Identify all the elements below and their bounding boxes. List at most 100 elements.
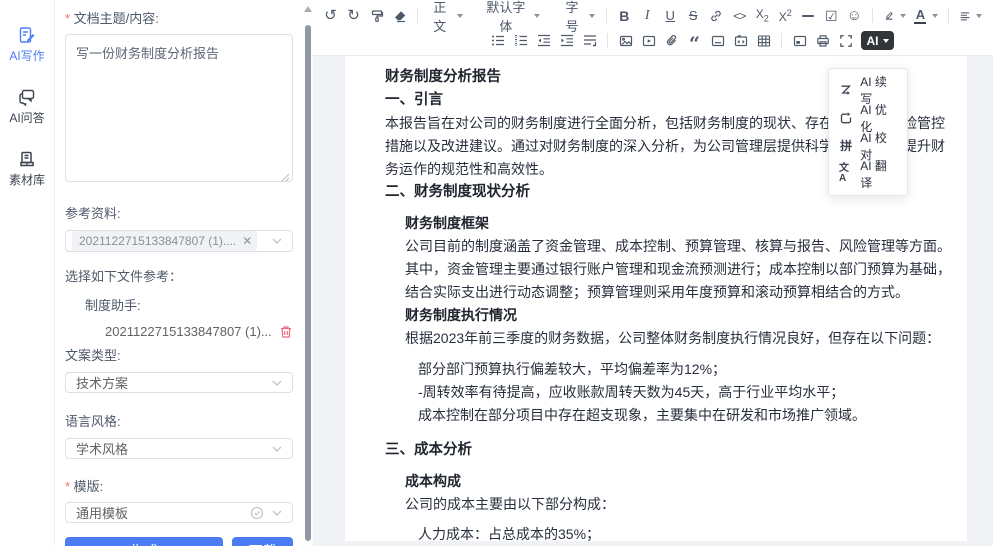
circle-check-icon[interactable] xyxy=(250,506,264,520)
sidebar-item-label: AI写作 xyxy=(9,47,44,64)
menu-item-ai-proofread[interactable]: 拼 AI 校对 xyxy=(829,132,907,160)
align-button[interactable] xyxy=(956,5,986,27)
outdent-button[interactable] xyxy=(533,30,554,52)
sidebar-item-ai-qa[interactable]: AI问答 xyxy=(9,88,44,126)
undo-button[interactable]: ↺ xyxy=(320,5,341,27)
horizontal-rule-button[interactable] xyxy=(798,5,819,27)
doc-problem-list: 部分部门预算执行偏差较大，平均偏差率为12%； -周转效率有待提高，应收账款周转… xyxy=(418,358,951,427)
superscript-button[interactable]: X2 xyxy=(775,5,796,27)
strikethrough-button[interactable]: S xyxy=(683,5,704,27)
editor-area: ↺ ↻ 正文 默认字体 xyxy=(313,0,993,546)
format-painter-button[interactable] xyxy=(366,5,387,27)
chevron-down-icon xyxy=(272,380,282,386)
ai-menu-button[interactable]: AI xyxy=(861,31,894,50)
task-list-button[interactable]: ☑ xyxy=(821,5,842,27)
language-style-label: 语言风格: xyxy=(65,411,293,430)
insert-table-button[interactable] xyxy=(753,30,774,52)
sidebar-item-material-library[interactable]: 素材库 xyxy=(9,150,45,188)
subscript-icon: X2 xyxy=(756,7,769,23)
ai-dropdown-menu: AI 续写 AI 优化 拼 AI 校对 文A xyxy=(828,68,908,196)
format-painter-icon xyxy=(370,9,384,23)
chevron-down-icon xyxy=(272,238,282,244)
writing-settings-panel: 文档主题/内容: 写一份财务制度分析报告 参考资料: 2021122715133… xyxy=(55,0,303,546)
undo-icon: ↺ xyxy=(324,8,337,23)
optimize-icon xyxy=(839,112,853,124)
attachment-button[interactable] xyxy=(661,30,682,52)
fullscreen-icon xyxy=(839,34,853,48)
emoji-icon: ☺ xyxy=(847,8,862,23)
reference-label: 参考资料: xyxy=(65,203,293,222)
language-style-value: 学术风格 xyxy=(76,439,128,458)
font-size-select[interactable]: 字号 xyxy=(557,5,599,27)
menu-item-ai-translate[interactable]: 文A AI 翻译 xyxy=(829,160,907,188)
trash-icon xyxy=(279,325,293,339)
menu-item-label: AI 翻译 xyxy=(860,157,897,191)
font-family-select[interactable]: 默认字体 xyxy=(480,5,545,27)
topic-input[interactable]: 写一份财务制度分析报告 xyxy=(65,34,293,182)
line-spacing-button[interactable] xyxy=(579,30,600,52)
highlight-pen-icon xyxy=(884,9,894,22)
language-style-select[interactable]: 学术风格 xyxy=(65,438,293,459)
toolbar-divider xyxy=(781,33,782,48)
divider-block-button[interactable] xyxy=(707,30,728,52)
highlight-color-button[interactable] xyxy=(880,5,910,27)
tag-remove-icon[interactable]: ✕ xyxy=(242,234,252,248)
scrollbar-thumb[interactable] xyxy=(305,25,311,541)
chat-bubbles-icon xyxy=(18,88,36,106)
caret-down-icon xyxy=(976,14,982,18)
menu-item-ai-optimize[interactable]: AI 优化 xyxy=(829,104,907,132)
fullscreen-button[interactable] xyxy=(835,30,856,52)
italic-button[interactable]: I xyxy=(637,5,658,27)
subscript-button[interactable]: X2 xyxy=(752,5,773,27)
inline-code-button[interactable]: <> xyxy=(729,5,750,27)
menu-item-ai-continue[interactable]: AI 续写 xyxy=(829,76,907,104)
ai-button-label: AI xyxy=(867,34,879,48)
reference-select[interactable]: 2021122715133847807 (1).... ✕ xyxy=(65,230,293,252)
clear-format-button[interactable] xyxy=(389,5,410,27)
insert-video-button[interactable] xyxy=(638,30,659,52)
paragraph-style-select[interactable]: 正文 xyxy=(425,5,467,27)
sidebar-item-ai-writing[interactable]: AI写作 xyxy=(9,26,44,64)
code-block-button[interactable] xyxy=(730,30,751,52)
checkbox-icon: ☑ xyxy=(825,9,838,23)
continue-writing-icon xyxy=(839,84,853,96)
insert-image-button[interactable] xyxy=(615,30,636,52)
caret-down-icon xyxy=(932,14,938,18)
indent-button[interactable] xyxy=(556,30,577,52)
doc-type-select[interactable]: 技术方案 xyxy=(65,372,293,393)
panel-view-button[interactable] xyxy=(789,30,810,52)
template-select[interactable]: 通用模板 xyxy=(65,502,293,523)
bold-button[interactable]: B xyxy=(614,5,635,27)
image-icon xyxy=(619,34,633,48)
print-button[interactable] xyxy=(812,30,833,52)
underline-button[interactable]: U xyxy=(660,5,681,27)
paperclip-icon xyxy=(665,34,679,48)
download-button[interactable]: 下载 xyxy=(232,537,293,546)
blockquote-button[interactable]: “ xyxy=(684,30,705,52)
link-button[interactable] xyxy=(706,5,727,27)
emoji-button[interactable]: ☺ xyxy=(844,5,865,27)
doc-paragraph: 根据2023年前三季度的财务数据，公司整体财务制度执行情况良好，但存在以下问题： xyxy=(405,327,951,350)
generate-button[interactable]: 生成 xyxy=(65,537,223,546)
indent-icon xyxy=(560,34,574,47)
font-color-button[interactable]: A xyxy=(912,5,941,27)
ordered-list-button[interactable] xyxy=(510,30,531,52)
editor-canvas: 财务制度分析报告 一、引言 本报告旨在对公司的财务制度进行全面分析，包括财务制度… xyxy=(313,56,993,546)
scroll-up-arrow-icon[interactable] xyxy=(304,6,312,12)
code-block-icon xyxy=(734,34,748,48)
delete-file-button[interactable] xyxy=(279,325,293,339)
print-icon xyxy=(816,34,830,48)
caret-down-icon xyxy=(900,14,906,18)
resize-grip-icon[interactable] xyxy=(281,173,290,182)
bullet-list-button[interactable] xyxy=(487,30,508,52)
align-icon xyxy=(960,10,970,22)
doc-subheading: 财务制度框架 xyxy=(405,212,951,235)
template-label: 模版: xyxy=(65,476,293,495)
paragraph-style-value: 正文 xyxy=(429,0,451,35)
file-group-label: 制度助手: xyxy=(85,295,293,314)
italic-icon: I xyxy=(645,8,650,24)
list-item: 人力成本：占总成本的35%； xyxy=(418,523,951,541)
redo-button[interactable]: ↻ xyxy=(343,5,364,27)
toolbar-row-2: “ xyxy=(319,28,987,53)
panel-scrollbar[interactable] xyxy=(303,0,313,546)
